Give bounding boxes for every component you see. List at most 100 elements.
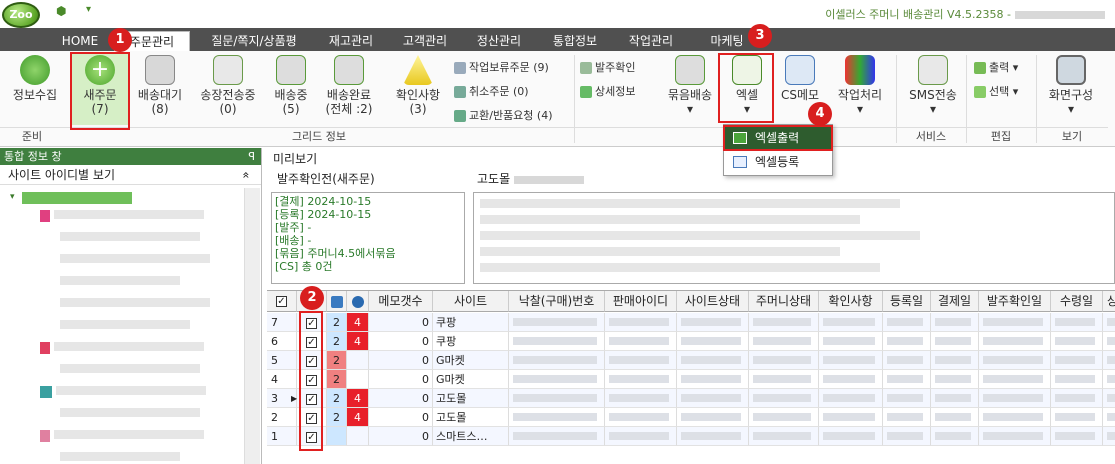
blurred-cell	[605, 408, 677, 427]
blurred-cell	[883, 313, 931, 332]
group-label-grid: 그리드 정보	[64, 127, 574, 145]
left-panel-scrollbar[interactable]	[244, 188, 260, 464]
pin-icon[interactable]: ꟼ	[248, 148, 255, 165]
blurred-cell	[677, 408, 749, 427]
tab-home[interactable]: HOME	[52, 31, 108, 51]
grid-header[interactable]: 주머니상태	[749, 291, 819, 312]
preview-line: [발주] -	[275, 221, 312, 234]
grid-header[interactable]: 상	[1103, 291, 1115, 312]
grid-header[interactable]: 확인사항	[819, 291, 883, 312]
highlight-new-order	[70, 52, 130, 130]
cancel-order-label: 취소주문 (0)	[469, 85, 529, 98]
ribbon-toolbar: 정보수집 + 새주문 (7) 배송대기 (8) 송장전송중 (0) 배송중 (5) 배…	[0, 51, 1115, 147]
blurred-cell	[819, 332, 883, 351]
menu-tab-bar: HOME 주문관리 질문/쪽지/상품평 재고관리 고객관리 정산관리 통합정보 …	[0, 28, 1115, 51]
check-issue-button[interactable]: 확인사항 (3)	[388, 55, 448, 116]
work-process-button[interactable]: 작업처리 ▾	[830, 55, 890, 116]
window-title: 이셀러스 주머니 배송관리 V4.5.2358 -	[825, 6, 1105, 22]
exchange-return-button[interactable]: 교환/반품요청 (4)	[454, 107, 553, 123]
exchange-icon	[454, 110, 466, 122]
blurred-cell	[931, 351, 979, 370]
row-number: 6	[267, 332, 297, 351]
quick-access-dropdown-icon[interactable]: ▾	[86, 4, 91, 15]
preview-text-box[interactable]: [결제] 2024-10-15 [등록] 2024-10-15 [발주] - […	[271, 192, 465, 284]
collapse-icon[interactable]: »	[235, 171, 255, 178]
blurred-cell	[883, 427, 931, 446]
tab-work-management[interactable]: 작업관리	[618, 31, 684, 51]
detail-info-button[interactable]: 상세정보	[580, 83, 635, 99]
select-all-checkbox[interactable]: ✓	[276, 296, 287, 307]
tab-inventory[interactable]: 재고관리	[318, 31, 384, 51]
blurred-cell	[979, 389, 1051, 408]
grid-header[interactable]: 메모갯수	[369, 291, 433, 312]
invoice-sending-button[interactable]: 송장전송중 (0)	[192, 55, 264, 116]
select-all-header[interactable]: ✓	[267, 291, 297, 312]
chevron-down-icon: ▾	[1067, 102, 1075, 116]
shipping-button[interactable]: 배송중 (5)	[266, 55, 316, 116]
blurred-cell	[749, 351, 819, 370]
grid-header[interactable]: 발주확인일	[979, 291, 1051, 312]
work-hold-button[interactable]: 작업보류주문 (9)	[454, 59, 549, 75]
tab-integrated-info[interactable]: 통합정보	[542, 31, 608, 51]
blurred-cell	[749, 389, 819, 408]
bundle-ship-button[interactable]: 묶음배송 ▾	[662, 55, 718, 116]
bundle-icon	[675, 55, 705, 85]
ship-done-button[interactable]: 배송완료 (전체 :2)	[318, 55, 380, 116]
memo-count-cell: 0	[369, 351, 433, 370]
invoice-sending-count: (0)	[219, 102, 237, 116]
quick-access-icon[interactable]: ⬢	[56, 4, 66, 18]
cancel-order-button[interactable]: 취소주문 (0)	[454, 83, 529, 99]
app-logo: Zoo	[2, 2, 40, 28]
ship-done-label: 배송완료	[326, 88, 372, 102]
blurred-cell	[749, 332, 819, 351]
order-confirm-button[interactable]: 발주확인	[580, 59, 635, 75]
site-cell: 쿠팡	[433, 313, 509, 332]
sms-send-button[interactable]: SMS전송 ▾	[902, 55, 964, 116]
excel-import-menu-item[interactable]: 엑셀등록	[725, 151, 831, 173]
grid-header[interactable]: 낙찰(구매)번호	[509, 291, 605, 312]
expand-icon[interactable]: ▾	[10, 192, 15, 202]
left-panel-title: 통합 정보 창	[4, 150, 62, 163]
print-button[interactable]: 출력 ▾	[974, 59, 1018, 75]
blurred-cell	[605, 370, 677, 389]
grid-header[interactable]: 판매아이디	[605, 291, 677, 312]
blurred-cell	[749, 427, 819, 446]
screen-config-button[interactable]: 화면구성 ▾	[1040, 55, 1102, 116]
memo-count-cell: 0	[369, 408, 433, 427]
blurred-cell	[883, 332, 931, 351]
confirm-icon	[580, 62, 592, 74]
grid-header[interactable]: 사이트	[433, 291, 509, 312]
grid-header[interactable]: 사이트상태	[677, 291, 749, 312]
order-confirm-label: 발주확인	[595, 61, 636, 74]
blurred-cell	[605, 427, 677, 446]
left-panel: 통합 정보 창 ꟼ 사이트 아이디별 보기 » ▾	[0, 148, 262, 464]
info-collect-button[interactable]: 정보수집	[4, 55, 66, 102]
grid-header[interactable]: 수령일	[1051, 291, 1103, 312]
info-collect-label: 정보수집	[12, 88, 58, 102]
cs-memo-button[interactable]: CS메모	[776, 55, 824, 102]
blurred-cell	[1103, 427, 1115, 446]
blurred-cell	[677, 351, 749, 370]
preview-detail-box[interactable]	[473, 192, 1115, 284]
blurred-cell	[1051, 427, 1103, 446]
site-cell: 스마트스…	[433, 427, 509, 446]
site-id-view-label: 사이트 아이디별 보기	[8, 168, 115, 182]
grid-header[interactable]: 결제일	[931, 291, 979, 312]
check-issue-count: (3)	[409, 102, 427, 116]
invoice-sending-label: 송장전송중	[200, 88, 256, 102]
blurred-cell	[1051, 389, 1103, 408]
tab-customer[interactable]: 고객관리	[392, 31, 458, 51]
memo-count-cell: 0	[369, 370, 433, 389]
tab-settlement[interactable]: 정산관리	[466, 31, 532, 51]
site-tree[interactable]: ▾	[0, 188, 244, 464]
bundle-ship-label: 묶음배송	[667, 88, 713, 102]
ship-done-count: (전체 :2)	[325, 102, 373, 116]
preview-left-title: 발주확인전(새주문)	[277, 172, 375, 186]
blurred-cell	[931, 332, 979, 351]
select-button[interactable]: 선택 ▾	[974, 83, 1018, 99]
grid-header[interactable]: 등록일	[883, 291, 931, 312]
print-icon	[974, 62, 986, 74]
tab-inquiry[interactable]: 질문/쪽지/상품평	[196, 31, 312, 51]
ship-wait-button[interactable]: 배송대기 (8)	[132, 55, 188, 116]
blurred-cell	[819, 408, 883, 427]
